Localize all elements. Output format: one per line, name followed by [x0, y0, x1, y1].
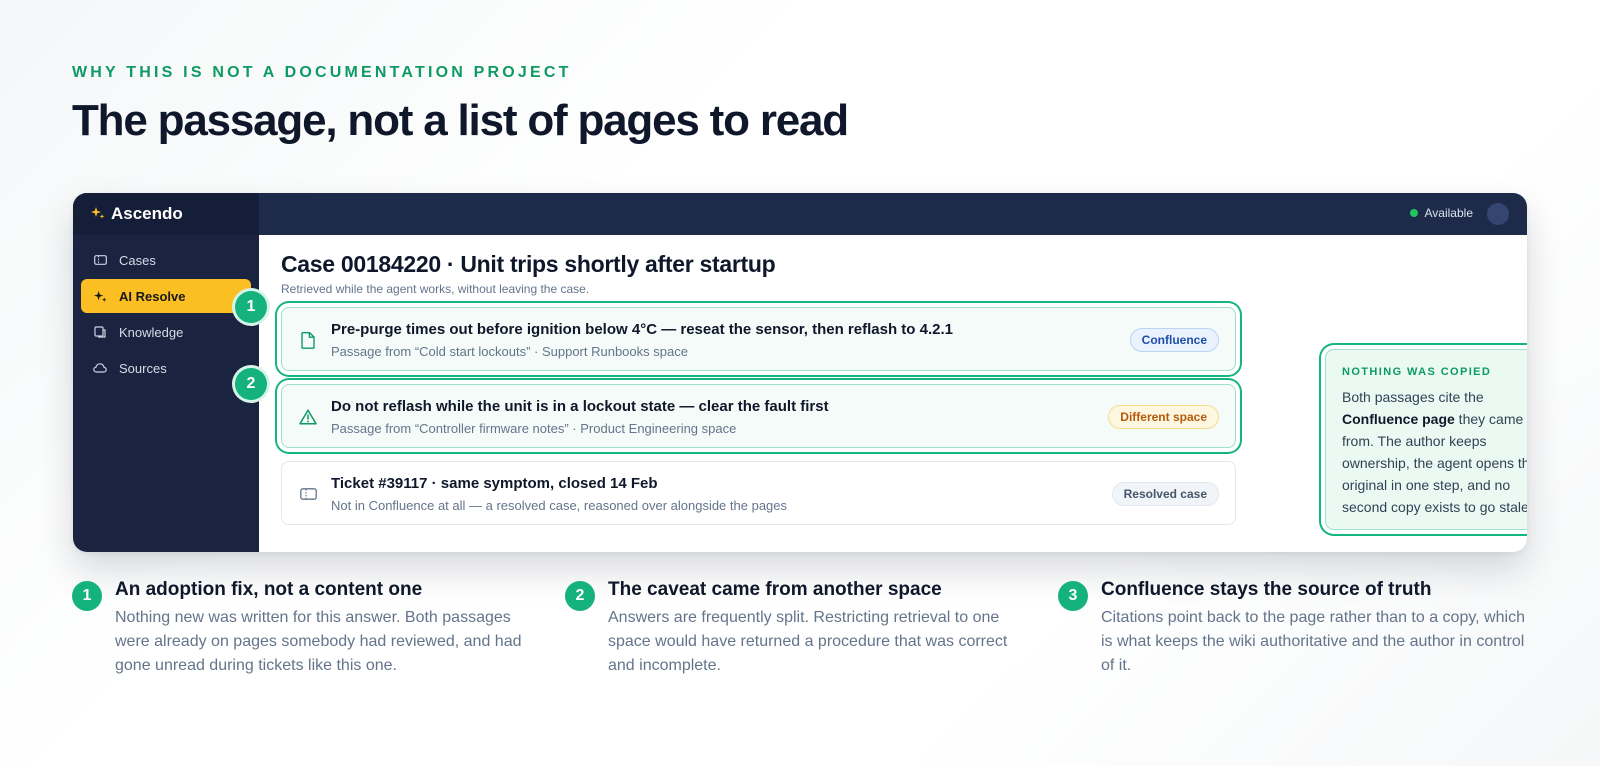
explainer-body: Answers are frequently split. Restrictin…: [608, 609, 1008, 674]
explainer-title: Confluence stays the source of truth: [1101, 579, 1432, 600]
explainer-number: 1: [72, 581, 102, 611]
case-title: Case 00184220 · Unit trips shortly after…: [281, 251, 776, 277]
app-window: Available Ascendo Cases AI Resolve Knowl…: [73, 193, 1527, 552]
source-badge: Confluence: [1129, 328, 1219, 352]
callout-nothing-copied: NOTHING WAS COPIED Both passages cite th…: [1325, 349, 1527, 530]
status-label: Available: [1424, 206, 1473, 220]
sparkle-icon: [91, 206, 105, 223]
explainer-number: 2: [565, 581, 595, 611]
result-source: Passage from “Controller firmware notes”…: [331, 421, 737, 436]
explainer-body: Citations point back to the page rather …: [1101, 609, 1525, 674]
eyebrow-label: WHY THIS IS NOT A DOCUMENTATION PROJECT: [72, 64, 572, 81]
result-card[interactable]: Do not reflash while the unit is in a lo…: [281, 384, 1236, 448]
explainer-title: The caveat came from another space: [608, 579, 942, 600]
avatar[interactable]: [1487, 203, 1509, 225]
result-card[interactable]: Pre-purge times out before ignition belo…: [281, 307, 1236, 371]
case-subtitle: Retrieved while the agent works, without…: [281, 282, 590, 296]
result-card[interactable]: Ticket #39117 · same symptom, closed 14 …: [281, 461, 1236, 525]
explainer-number: 3: [1058, 581, 1088, 611]
status-dot-icon: [1409, 209, 1418, 217]
document-icon: [298, 330, 318, 350]
brand-logo[interactable]: Ascendo: [73, 193, 259, 235]
explainer-title: An adoption fix, not a content one: [115, 579, 423, 600]
callout-bold-text: Confluence page: [1342, 411, 1455, 427]
sidebar-item-ai-resolve[interactable]: AI Resolve: [81, 279, 251, 313]
result-title: Pre-purge times out before ignition belo…: [331, 321, 953, 338]
sidebar-item-label: Cases: [119, 252, 156, 268]
result-title: Ticket #39117 · same symptom, closed 14 …: [331, 475, 658, 492]
sidebar-nav: Cases AI Resolve Knowledge Sources: [81, 243, 251, 387]
marker-badge-2: 2: [235, 368, 267, 400]
book-icon: [93, 325, 107, 339]
sidebar-item-knowledge[interactable]: Knowledge: [81, 315, 251, 349]
sidebar-item-label: Sources: [119, 360, 167, 376]
sidebar-item-label: Knowledge: [119, 324, 184, 340]
brand-name: Ascendo: [111, 204, 183, 223]
result-source: Not in Confluence at all — a resolved ca…: [331, 498, 788, 513]
result-source: Passage from “Cold start lockouts” · Sup…: [331, 344, 688, 359]
sidebar-item-cases[interactable]: Cases: [81, 243, 251, 277]
result-title: Do not reflash while the unit is in a lo…: [331, 398, 829, 415]
top-bar: Available: [73, 193, 1527, 235]
source-badge: Different space: [1108, 405, 1219, 429]
sparkle-icon: [93, 289, 107, 303]
marker-badge-1: 1: [235, 291, 267, 323]
sidebar-item-sources[interactable]: Sources: [81, 351, 251, 385]
source-badge: Resolved case: [1111, 482, 1219, 506]
callout-heading: NOTHING WAS COPIED: [1342, 366, 1492, 378]
cloud-icon: [93, 361, 107, 375]
warning-icon: [298, 407, 318, 427]
sidebar-item-label: AI Resolve: [119, 288, 186, 304]
sidebar: Ascendo Cases AI Resolve Knowledge Sourc…: [73, 193, 259, 552]
ticket-icon: [93, 253, 107, 267]
page-headline: The passage, not a list of pages to read: [72, 96, 849, 145]
explainer-body: Nothing new was written for this answer.…: [115, 609, 522, 674]
callout-body: Both passages cite the Confluence page t…: [1342, 386, 1527, 518]
ticket-icon: [298, 484, 318, 504]
main-panel: Case 00184220 · Unit trips shortly after…: [235, 235, 1527, 552]
availability-status[interactable]: Available: [1409, 206, 1473, 220]
callout-text: Both passages cite the: [1342, 389, 1484, 405]
